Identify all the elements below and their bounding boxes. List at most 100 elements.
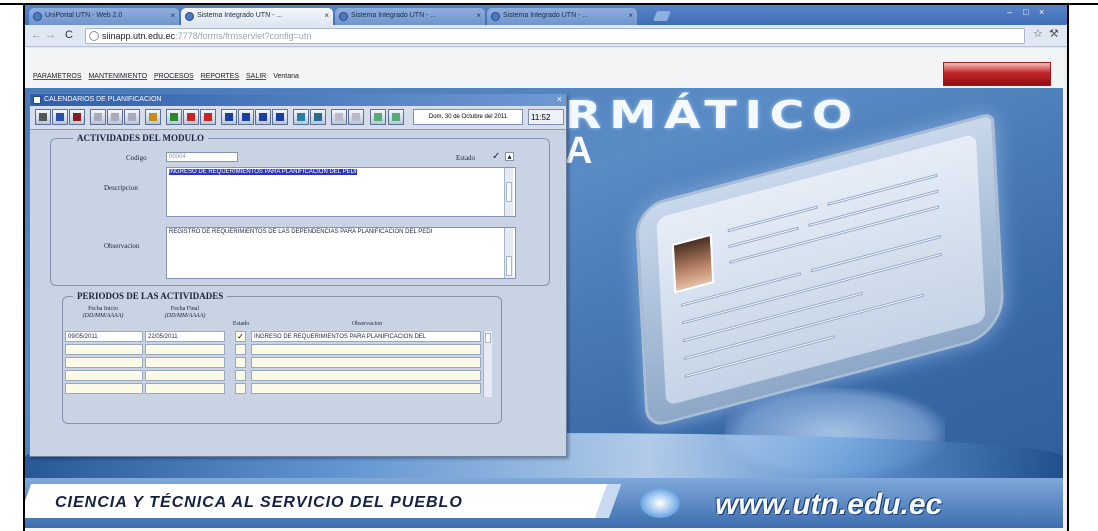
paste-icon[interactable] xyxy=(124,109,140,125)
fecha-final-cell[interactable] xyxy=(145,370,225,381)
menu-procesos[interactable]: PROCESOS xyxy=(154,73,194,80)
address-bar[interactable]: siinapp.utn.edu.ec:7778/forms/frmservlet… xyxy=(85,28,1025,44)
help-icon[interactable] xyxy=(331,109,347,125)
close-tab-icon[interactable]: × xyxy=(324,11,329,20)
codigo-field[interactable]: 00004 xyxy=(166,152,238,162)
close-tab-icon[interactable]: × xyxy=(628,11,633,20)
previous-record-icon[interactable] xyxy=(238,109,254,125)
observacion-cell[interactable] xyxy=(251,383,481,394)
observacion-cell[interactable] xyxy=(251,357,481,368)
navigation-bar: ← → C siinapp.utn.edu.ec:7778/forms/frms… xyxy=(25,25,1067,47)
new-tab-button[interactable] xyxy=(653,11,671,21)
observacion-cell[interactable]: INGRESO DE REQUERIMIENTOS PARA PLANIFICA… xyxy=(251,331,481,342)
forward-icon[interactable]: → xyxy=(45,29,56,41)
fecha-final-cell[interactable]: 22/05/2011 xyxy=(145,331,225,342)
first-record-icon[interactable] xyxy=(221,109,237,125)
slogan-text: CIENCIA Y TÉCNICA AL SERVICIO DEL PUEBLO xyxy=(55,494,463,511)
back-icon[interactable]: ← xyxy=(31,29,42,41)
observacion-cell[interactable] xyxy=(251,344,481,355)
estado-check-icon[interactable]: ✓ xyxy=(492,151,500,162)
copy-icon[interactable] xyxy=(107,109,123,125)
calendar-icon[interactable] xyxy=(370,109,386,125)
minimize-icon[interactable]: – xyxy=(1007,7,1012,17)
globe-icon xyxy=(640,488,680,518)
estado-dropdown[interactable]: ▴ xyxy=(505,152,514,161)
close-tab-icon[interactable]: × xyxy=(476,11,481,20)
screen-field xyxy=(681,252,942,325)
info-icon[interactable] xyxy=(348,109,364,125)
fecha-final-cell[interactable] xyxy=(145,383,225,394)
fecha-inicio-cell[interactable] xyxy=(65,370,143,381)
fecha-inicio-cell[interactable]: 09/05/2011 xyxy=(65,331,143,342)
fecha-inicio-cell[interactable] xyxy=(65,383,143,394)
window-icon xyxy=(33,96,41,104)
estado-checkbox[interactable]: ✓ xyxy=(235,331,246,342)
scroll-thumb[interactable] xyxy=(506,256,512,276)
estado-checkbox[interactable] xyxy=(235,370,246,381)
current-time: 11:52 xyxy=(528,109,564,125)
menu-ventana[interactable]: Ventana xyxy=(273,73,299,80)
monitor-illustration xyxy=(634,111,1006,430)
grid-icon[interactable] xyxy=(310,109,326,125)
col-observacion: Observacion xyxy=(351,321,383,327)
edit-pencil-icon[interactable] xyxy=(388,109,404,125)
insert-record-icon[interactable] xyxy=(166,109,182,125)
fecha-final-cell[interactable] xyxy=(145,357,225,368)
col-fecha-final: Fecha Final (DD/MM/AAAA) xyxy=(145,306,225,320)
observacion-field[interactable]: REGISTRO DE REQUERIMIENTOS DE LAS DEPEND… xyxy=(166,227,516,279)
menu-mantenimiento[interactable]: MANTENIMIENTO xyxy=(88,73,147,80)
observacion-cell[interactable] xyxy=(251,370,481,381)
scroll-thumb[interactable] xyxy=(485,333,491,343)
last-record-icon[interactable] xyxy=(272,109,288,125)
monitor-screen xyxy=(656,133,986,406)
save-icon[interactable] xyxy=(52,109,68,125)
scroll-thumb[interactable] xyxy=(506,182,512,202)
col-fecha-final-label: Fecha Final xyxy=(170,306,200,312)
next-record-icon[interactable] xyxy=(255,109,271,125)
menu-reportes[interactable]: REPORTES xyxy=(201,73,239,80)
tab-sistema-3[interactable]: Sistema Integrado UTN - ... × xyxy=(487,8,637,25)
delete-record-icon[interactable] xyxy=(200,109,216,125)
wrench-icon[interactable]: ⚒ xyxy=(1049,27,1059,40)
descripcion-scrollbar[interactable] xyxy=(504,168,513,216)
reload-icon[interactable]: C xyxy=(65,29,73,41)
estado-checkbox[interactable] xyxy=(235,383,246,394)
tab-strip: UniPortal UTN - Web 2.0 × Sistema Integr… xyxy=(25,5,1067,25)
observacion-scrollbar[interactable] xyxy=(504,228,513,278)
print-icon[interactable] xyxy=(35,109,51,125)
fecha-final-cell[interactable] xyxy=(145,344,225,355)
exit-icon[interactable] xyxy=(69,109,85,125)
fecha-inicio-cell[interactable] xyxy=(65,344,143,355)
actividades-title: ACTIVIDADES DEL MODULO xyxy=(73,133,209,143)
tab-sistema-2[interactable]: Sistema Integrado UTN - ... × xyxy=(335,8,485,25)
fecha-inicio-cell[interactable] xyxy=(65,357,143,368)
close-dialog-icon[interactable]: × xyxy=(557,94,562,104)
edit-icon[interactable] xyxy=(145,109,161,125)
page-scrollbar[interactable] xyxy=(1065,48,1067,531)
estado-checkbox[interactable] xyxy=(235,357,246,368)
menu-salir[interactable]: SALIR xyxy=(246,73,266,80)
menu-parametros[interactable]: PARAMETROS xyxy=(33,73,82,80)
list-values-icon[interactable] xyxy=(293,109,309,125)
descripcion-label: Descripcion xyxy=(104,184,138,192)
descripcion-field[interactable]: INGRESO DE REQUERIMIENTOS PARA PLANIFICA… xyxy=(166,167,516,217)
calendar-planning-dialog: CALENDARIOS DE PLANIFICACION × Dom, 30 d… xyxy=(29,93,567,457)
estado-checkbox[interactable] xyxy=(235,344,246,355)
tab-sistema-active[interactable]: Sistema Integrado UTN - ... × xyxy=(181,8,333,25)
browser-window: UniPortal UTN - Web 2.0 × Sistema Integr… xyxy=(23,5,1069,531)
enter-query-icon[interactable] xyxy=(183,109,199,125)
page-icon xyxy=(89,31,99,41)
close-window-icon[interactable]: × xyxy=(1039,7,1044,17)
screen-field xyxy=(808,189,939,227)
cut-icon[interactable] xyxy=(90,109,106,125)
bookmark-star-icon[interactable]: ☆ xyxy=(1033,27,1043,40)
banner-footer: CIENCIA Y TÉCNICA AL SERVICIO DEL PUEBLO… xyxy=(25,478,1063,528)
tab-uniportal[interactable]: UniPortal UTN - Web 2.0 × xyxy=(29,8,179,25)
current-date: Dom, 30 de Octubre del 2011 xyxy=(413,109,523,125)
favicon-icon xyxy=(33,12,42,21)
col-estado: Estado xyxy=(232,321,250,327)
utn-logo xyxy=(943,62,1051,86)
periodos-scrollbar[interactable] xyxy=(483,331,492,397)
maximize-icon[interactable]: □ xyxy=(1023,7,1028,17)
close-tab-icon[interactable]: × xyxy=(170,11,175,20)
